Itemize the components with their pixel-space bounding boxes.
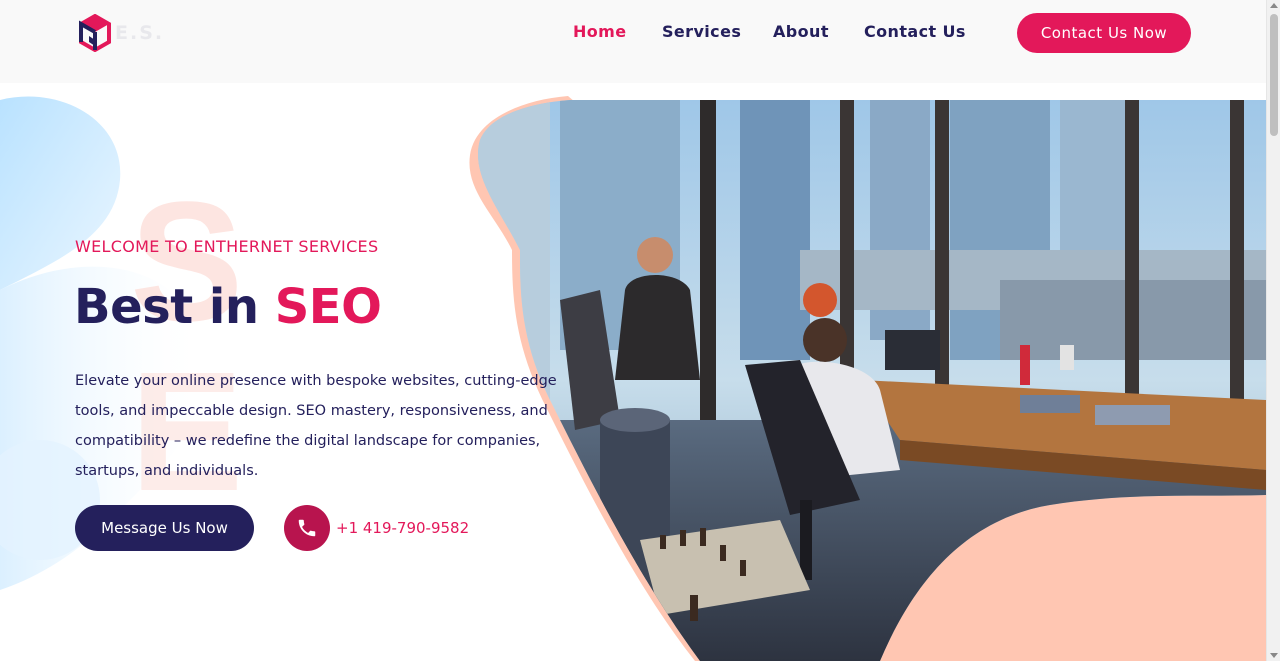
hero-headline: Best in SEO [74,279,382,335]
phone-button[interactable] [284,505,330,551]
contact-us-now-button[interactable]: Contact Us Now [1017,13,1191,53]
page-scrollbar[interactable] [1266,0,1280,661]
logo[interactable]: E.S. [78,14,164,52]
hero-eyebrow: WELCOME TO ENTHERNET SERVICES [75,237,379,256]
nav-contact-us[interactable]: Contact Us [864,22,966,41]
nav-services[interactable]: Services [662,22,741,41]
scrollbar-thumb[interactable] [1270,14,1278,136]
nav-about[interactable]: About [773,22,829,41]
headline-part-2: SEO [274,279,382,335]
logo-text: E.S. [115,22,165,44]
scroll-down-arrow-icon[interactable] [1270,653,1278,658]
phone-number-link[interactable]: +1 419-790-9582 [336,519,469,537]
site-header: E.S. Home Services About Contact Us Cont… [0,0,1266,83]
nav-home[interactable]: Home [573,22,627,41]
headline-part-1: Best in [74,279,275,335]
hero-description: Elevate your online presence with bespok… [75,373,557,479]
message-us-now-button[interactable]: Message Us Now [75,505,254,551]
scroll-up-arrow-icon[interactable] [1270,3,1278,8]
phone-icon [298,519,316,537]
cube-logo-icon [79,14,111,52]
